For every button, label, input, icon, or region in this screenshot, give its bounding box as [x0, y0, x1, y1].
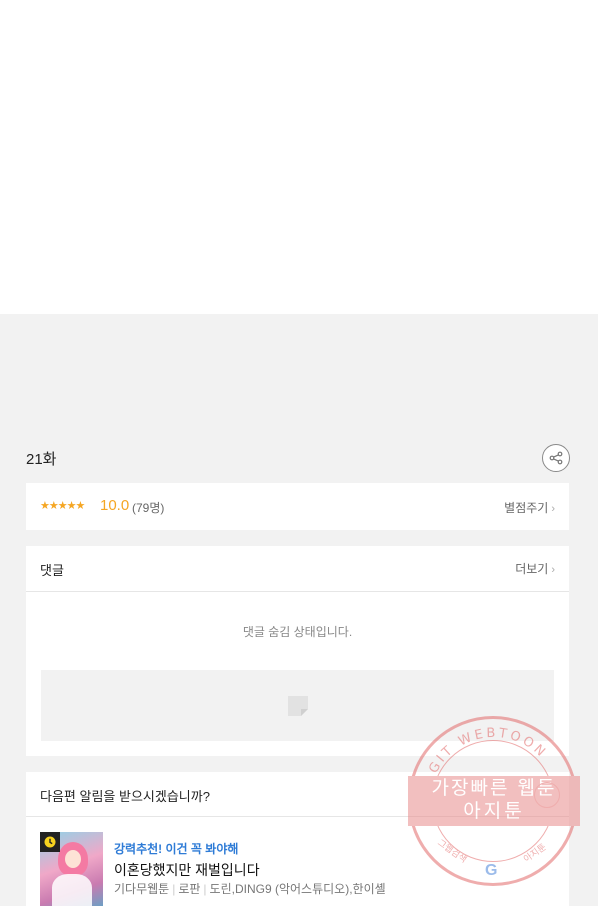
episode-header: 21화	[26, 444, 570, 472]
wait-free-badge	[40, 832, 60, 852]
rating-voters: (79명)	[132, 501, 165, 515]
comments-more-label: 더보기	[515, 562, 549, 576]
next-episode-notify-card: 다음편 알림을 받으시겠습니까? 강력추천! 이건 꼭 봐야해 이혼당했지만 재…	[26, 772, 569, 906]
rating-score: 10.0	[100, 497, 130, 514]
share-button[interactable]	[542, 444, 570, 472]
rating-stars: ★★★★★	[40, 500, 85, 512]
recommendation-genre: 로판	[178, 882, 201, 896]
chevron-right-icon: ›	[551, 503, 555, 515]
recommendation-title[interactable]: 이혼당했지만 재벌입니다	[114, 860, 260, 880]
recommendation-meta: 기다무웹툰 | 로판 | 도린,DING9 (악어스튜디오),한이셸	[114, 880, 386, 897]
separator: |	[203, 882, 207, 896]
comments-hidden-message: 댓글 숨김 상태입니다.	[242, 625, 353, 639]
comments-header: 댓글 더보기 ›	[26, 546, 569, 592]
thumbnail-art-face	[65, 850, 81, 868]
comment-placeholder	[41, 670, 554, 741]
notify-question: 다음편 알림을 받으시겠습니까?	[40, 789, 210, 804]
separator: |	[172, 882, 176, 896]
chevron-right-icon: ›	[551, 564, 555, 576]
recommendation-tag: 강력추천! 이건 꼭 봐야해	[114, 842, 239, 856]
comments-card: 댓글 더보기 › 댓글 숨김 상태입니다.	[26, 546, 569, 756]
recommendation-thumbnail[interactable]	[40, 832, 103, 906]
recommendation-platform: 기다무웹툰	[114, 882, 170, 896]
comments-more-button[interactable]: 더보기 ›	[515, 560, 555, 577]
note-icon	[287, 695, 308, 716]
rate-button-label: 별점주기	[504, 501, 549, 515]
rating-card: ★★★★★ 10.0 (79명) 별점주기 ›	[26, 483, 569, 530]
recommendation-authors: 도린,DING9 (악어스튜디오),한이셸	[209, 882, 386, 896]
divider	[26, 816, 569, 817]
content-area-top	[0, 0, 598, 314]
rate-button[interactable]: 별점주기 ›	[504, 499, 555, 516]
clock-icon	[44, 836, 56, 848]
comments-title: 댓글	[40, 563, 64, 578]
episode-title: 21화	[26, 451, 57, 468]
share-icon	[549, 451, 563, 465]
thumbnail-art-dress	[52, 874, 92, 906]
